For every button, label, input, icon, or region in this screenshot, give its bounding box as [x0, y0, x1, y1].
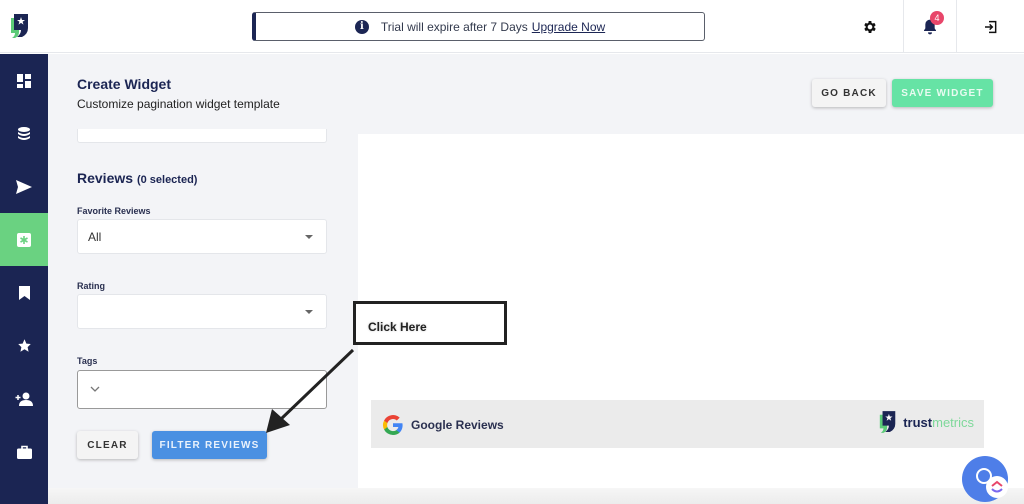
dropdown-caret-icon — [305, 310, 313, 314]
callout-text: Click Here — [368, 320, 427, 334]
page-title: Create Widget — [77, 76, 172, 92]
filter-panel: Reviews (0 selected) Favorite Reviews Al… — [48, 129, 358, 469]
trustmetrics-logo[interactable] — [9, 12, 31, 40]
trustmetrics-brand: trust metrics — [878, 409, 974, 435]
page-subtitle: Customize pagination widget template — [77, 97, 280, 111]
top-bar: i Trial will expire after 7 Days Upgrade… — [0, 0, 1024, 53]
widget-icon — [17, 232, 31, 247]
sidebar-item-database[interactable] — [0, 107, 48, 160]
main-content: Create Widget Customize pagination widge… — [48, 54, 1024, 504]
google-reviews-text: Google Reviews — [411, 418, 504, 432]
clickup-icon — [991, 480, 1003, 493]
sidebar-item-send[interactable] — [0, 160, 48, 213]
clear-button[interactable]: CLEAR — [77, 431, 138, 459]
add-user-icon — [15, 392, 33, 406]
star-icon — [17, 339, 31, 352]
click-here-callout: Click Here — [353, 301, 507, 345]
notification-badge: 4 — [930, 11, 944, 25]
partial-input-field[interactable] — [77, 129, 327, 143]
upgrade-now-link[interactable]: Upgrade Now — [532, 20, 605, 34]
sidebar-item-dashboard[interactable] — [0, 54, 48, 107]
sidebar-item-reviews[interactable] — [0, 319, 48, 372]
tags-label: Tags — [77, 356, 98, 366]
rating-select[interactable] — [77, 294, 327, 329]
selected-count: (0 selected) — [136, 174, 198, 186]
widget-header-bar: Google Reviews trust metrics — [371, 400, 984, 448]
bottom-strip — [48, 488, 1024, 504]
chevron-down-icon — [90, 386, 100, 392]
google-reviews-label: Google Reviews — [381, 413, 504, 437]
go-back-button[interactable]: GO BACK — [812, 79, 886, 107]
sidebar-item-widgets[interactable] — [0, 213, 48, 266]
reviews-heading: Reviews — [77, 170, 134, 186]
reviews-section-title: Reviews (0 selected) — [77, 170, 197, 186]
rating-label: Rating — [77, 281, 105, 291]
notifications-button[interactable]: 4 — [903, 0, 956, 53]
sidebar — [0, 54, 48, 504]
logout-button[interactable] — [956, 0, 1024, 53]
dropdown-caret-icon — [305, 235, 313, 239]
trial-text: Trial will expire after 7 Days — [380, 19, 528, 34]
brand-text-bold: trust — [903, 414, 933, 430]
google-icon — [383, 415, 403, 436]
sidebar-item-invite-user[interactable] — [0, 372, 48, 425]
send-icon — [16, 179, 32, 194]
trustmetrics-logo-icon — [880, 411, 896, 433]
sidebar-item-portfolio[interactable] — [0, 425, 48, 478]
info-icon: i — [354, 19, 369, 34]
trial-banner: i Trial will expire after 7 Days Upgrade… — [252, 12, 705, 41]
briefcase-icon — [16, 445, 32, 459]
dashboard-icon — [17, 73, 31, 88]
bookmark-icon — [18, 285, 30, 300]
brand-text-light: metrics — [932, 414, 974, 430]
gear-icon — [864, 20, 876, 33]
favorite-reviews-select[interactable]: All — [77, 219, 327, 254]
clickup-badge[interactable] — [986, 476, 1008, 498]
settings-button[interactable] — [850, 0, 890, 53]
sidebar-item-bookmarks[interactable] — [0, 266, 48, 319]
database-icon — [18, 126, 30, 140]
logout-icon — [984, 20, 996, 33]
favorite-reviews-value: All — [88, 229, 102, 244]
save-widget-button[interactable]: SAVE WIDGET — [892, 79, 993, 107]
favorite-reviews-label: Favorite Reviews — [77, 206, 151, 216]
filter-reviews-button[interactable]: FILTER REVIEWS — [152, 431, 267, 459]
tags-select[interactable] — [77, 370, 327, 409]
